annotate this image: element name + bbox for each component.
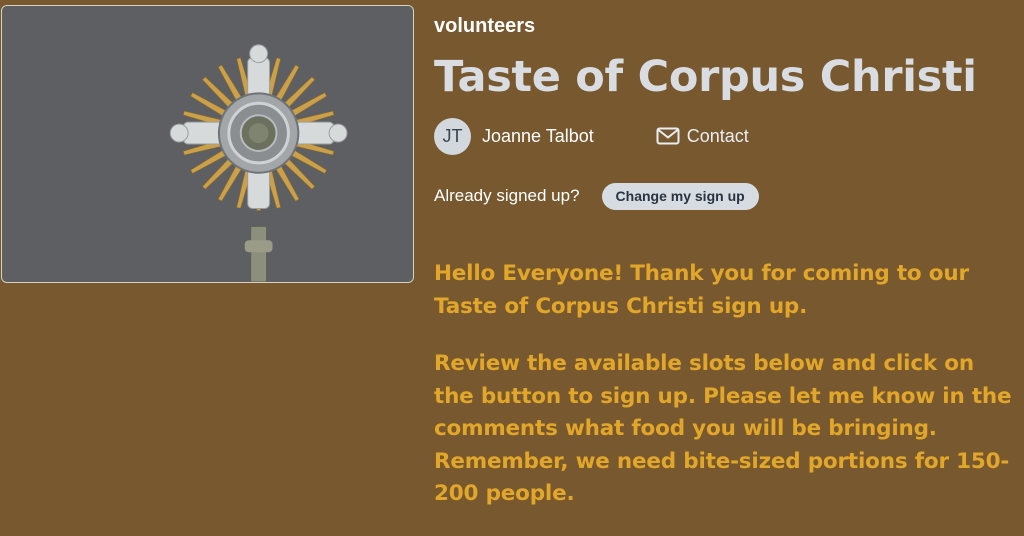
page-title: Taste of Corpus Christi [434, 52, 977, 102]
signup-row: Already signed up? Change my sign up [434, 182, 759, 210]
contact-link[interactable]: Contact [656, 126, 749, 147]
category-label: volunteers [434, 15, 536, 37]
contact-label: Contact [686, 125, 749, 146]
avatar: JT [434, 117, 471, 155]
organizer-name: Joanne Talbot [482, 125, 594, 146]
hero-image-monstrance [1, 5, 414, 283]
description: Hello Everyone! Thank you for coming to … [434, 258, 1016, 536]
monstrance-illustration [2, 6, 413, 282]
envelope-icon [656, 127, 680, 145]
organizer-row: JT Joanne Talbot Contact [434, 117, 749, 155]
description-paragraph: Review the available slots below and cli… [434, 351, 1012, 506]
description-paragraph: Hello Everyone! Thank you for coming to … [434, 261, 969, 319]
change-my-sign-up-button[interactable]: Change my sign up [601, 182, 759, 210]
already-signed-up-label: Already signed up? [434, 186, 580, 205]
